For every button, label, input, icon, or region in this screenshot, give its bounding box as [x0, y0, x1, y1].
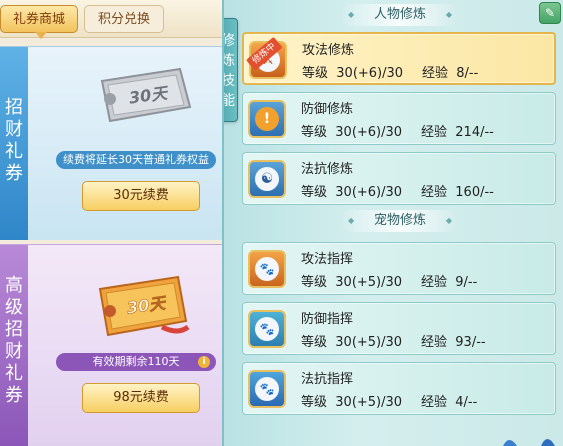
renew-98-button[interactable]: 98元续费	[82, 383, 200, 413]
skill-name: 法抗指挥	[301, 372, 354, 387]
skill-row-defense[interactable]: ! 防御修炼 等级 30(+6)/30 经验 214/--	[242, 92, 556, 145]
validity-text: 有效期剩余110天	[92, 355, 180, 368]
pet-resist-icon: 🐾	[248, 370, 286, 408]
gold-ticket-icon: 30天	[98, 275, 190, 337]
corner-ornament-icon	[503, 439, 555, 446]
renew-info-bar: 续费将延长30天普通礼券权益	[56, 151, 216, 169]
skill-level: 等级 30(+5)/30	[301, 395, 403, 410]
renew-30-button[interactable]: 30元续费	[82, 181, 200, 211]
skill-name: 防御修炼	[301, 102, 354, 117]
skill-level: 等级 30(+5)/30	[301, 335, 403, 350]
skill-exp: 经验 4/--	[421, 395, 478, 410]
skill-level: 等级 30(+5)/30	[301, 275, 403, 290]
skill-level: 等级 30(+6)/30	[301, 185, 403, 200]
skill-exp: 经验 214/--	[421, 125, 494, 140]
card-title: 高级招财礼券	[5, 275, 23, 406]
skill-exp: 经验 93/--	[421, 335, 486, 350]
skill-exp: 经验 8/--	[422, 66, 479, 81]
tab-label: 修炼技能	[222, 33, 235, 109]
coupon-card-basic: 招财礼券 30天 续费将延长30天普通礼券权益 30元续费	[0, 46, 222, 240]
tab-cultivation-skills[interactable]: 修炼技能	[222, 18, 238, 122]
skill-name: 攻法修炼	[302, 43, 355, 58]
defense-icon: !	[248, 100, 286, 138]
tab-coupon-mall[interactable]: 礼券商城	[0, 5, 78, 39]
silver-ticket-icon: 30天	[100, 67, 192, 123]
skill-row-magic-resist[interactable]: ☯ 法抗修炼 等级 30(+6)/30 经验 160/--	[242, 152, 556, 205]
pet-attack-icon: 🐾	[248, 250, 286, 288]
skill-name: 防御指挥	[301, 312, 354, 327]
skill-exp: 经验 9/--	[421, 275, 478, 290]
shop-panel: 礼券商城 积分兑换 招财礼券 30天 续费将延长30天普通礼券权益 30元续费 …	[0, 0, 222, 446]
coupon-card-premium: 高级招财礼券 30天 有效期剩余110天 i 98元续费	[0, 244, 222, 446]
skill-level: 等级 30(+6)/30	[302, 66, 404, 81]
edit-icon[interactable]: ✎	[539, 2, 561, 24]
card-title: 招财礼券	[5, 97, 23, 184]
cultivation-panel: 修炼技能 ✎ 人物修炼 ⚔ 修炼中 攻法修炼 等级 30(+6)/30 经验 8…	[222, 0, 563, 446]
info-icon[interactable]: i	[198, 356, 210, 368]
skill-name: 法抗修炼	[301, 162, 354, 177]
skill-row-pet-resist[interactable]: 🐾 法抗指挥 等级 30(+5)/30 经验 4/--	[242, 362, 556, 415]
skill-level: 等级 30(+6)/30	[301, 125, 403, 140]
skill-row-pet-attack[interactable]: 🐾 攻法指挥 等级 30(+5)/30 经验 9/--	[242, 242, 556, 295]
skill-row-attack-magic[interactable]: ⚔ 修炼中 攻法修炼 等级 30(+6)/30 经验 8/--	[242, 32, 556, 85]
magic-resist-icon: ☯	[248, 160, 286, 198]
section-header-pet: 宠物修炼	[340, 210, 460, 232]
skill-exp: 经验 160/--	[421, 185, 494, 200]
validity-info-bar: 有效期剩余110天 i	[56, 353, 216, 371]
skill-row-pet-defense[interactable]: 🐾 防御指挥 等级 30(+5)/30 经验 93/--	[242, 302, 556, 355]
tab-points-exchange[interactable]: 积分兑换	[84, 5, 164, 33]
section-header-character: 人物修炼	[340, 4, 460, 26]
skill-name: 攻法指挥	[301, 252, 354, 267]
pet-defense-icon: 🐾	[248, 310, 286, 348]
shop-tab-bar: 礼券商城 积分兑换	[0, 0, 222, 39]
